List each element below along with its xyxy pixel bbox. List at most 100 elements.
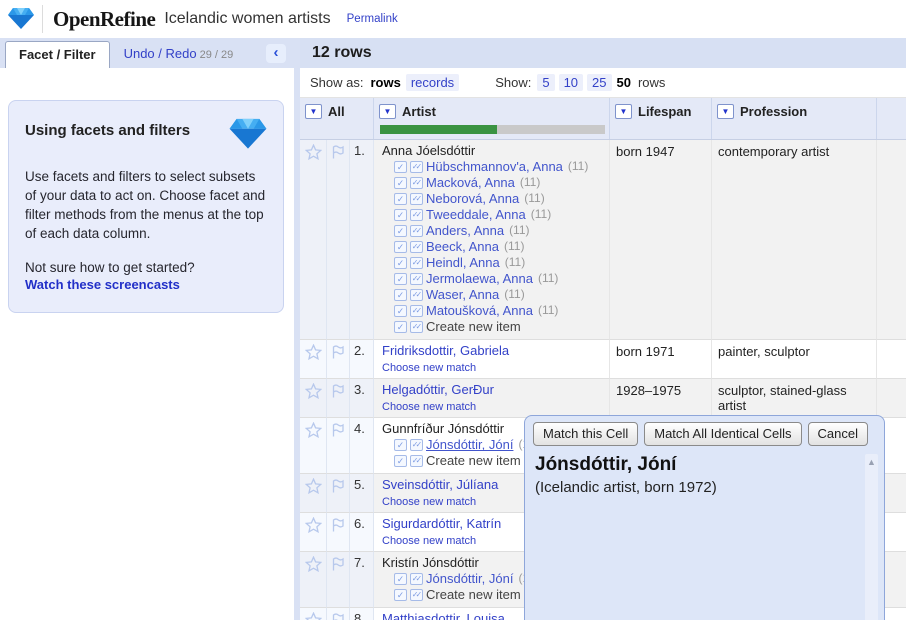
permalink-link[interactable]: Permalink: [347, 13, 398, 25]
page-size-25[interactable]: 25: [587, 74, 611, 91]
match-one-icon[interactable]: ✓: [394, 305, 407, 317]
match-one-icon[interactable]: ✓: [394, 321, 407, 333]
star-icon[interactable]: [305, 144, 322, 339]
page-size-10[interactable]: 10: [559, 74, 583, 91]
match-this-cell-button[interactable]: Match this Cell: [533, 422, 638, 446]
match-one-icon[interactable]: ✓: [394, 177, 407, 189]
match-one-icon[interactable]: ✓: [394, 289, 407, 301]
star-icon[interactable]: [305, 383, 322, 417]
flag-cell[interactable]: [327, 474, 350, 513]
star-icon[interactable]: [305, 556, 322, 607]
star-cell[interactable]: [300, 608, 327, 620]
flag-icon[interactable]: [330, 144, 346, 339]
flag-icon[interactable]: [330, 517, 346, 551]
page-size-50[interactable]: 50: [617, 75, 631, 90]
screencasts-link[interactable]: Watch these screencasts: [25, 277, 180, 292]
choose-new-match-link[interactable]: Choose new match: [382, 535, 476, 547]
flag-cell[interactable]: [327, 140, 350, 340]
flag-icon[interactable]: [330, 612, 346, 620]
flag-cell[interactable]: [327, 340, 350, 379]
match-all-icon[interactable]: ✓✓: [410, 289, 423, 301]
flag-cell[interactable]: [327, 513, 350, 552]
star-cell[interactable]: [300, 513, 327, 552]
lifespan-column-menu-button[interactable]: ▼: [615, 104, 632, 119]
artist-cell-link[interactable]: Helgadóttir, GerÐur: [382, 382, 604, 398]
flag-cell[interactable]: [327, 418, 350, 474]
match-one-icon[interactable]: ✓: [394, 225, 407, 237]
candidate-link[interactable]: Matoušková, Anna: [426, 303, 533, 319]
show-as-records[interactable]: records: [406, 74, 459, 91]
flag-cell[interactable]: [327, 608, 350, 620]
match-one-icon[interactable]: ✓: [394, 257, 407, 269]
candidate-link[interactable]: Waser, Anna: [426, 287, 499, 303]
flag-icon[interactable]: [330, 422, 346, 473]
match-one-icon[interactable]: ✓: [394, 573, 407, 585]
candidate-link[interactable]: Anders, Anna: [426, 223, 504, 239]
candidate-link[interactable]: Jónsdóttir, Jóní: [426, 437, 513, 453]
all-column-menu-button[interactable]: ▼: [305, 104, 322, 119]
match-one-icon[interactable]: ✓: [394, 589, 407, 601]
sidebar-resize-strip[interactable]: [294, 38, 300, 620]
star-cell[interactable]: [300, 379, 327, 418]
create-new-item-label[interactable]: Create new item: [426, 319, 521, 335]
flag-icon[interactable]: [330, 478, 346, 512]
star-icon[interactable]: [305, 344, 322, 378]
choose-new-match-link[interactable]: Choose new match: [382, 496, 476, 508]
flag-icon[interactable]: [330, 383, 346, 417]
show-as-rows[interactable]: rows: [370, 75, 400, 90]
star-icon[interactable]: [305, 612, 322, 620]
match-all-icon[interactable]: ✓✓: [410, 193, 423, 205]
match-all-icon[interactable]: ✓✓: [410, 273, 423, 285]
match-one-icon[interactable]: ✓: [394, 209, 407, 221]
match-one-icon[interactable]: ✓: [394, 241, 407, 253]
star-cell[interactable]: [300, 552, 327, 608]
choose-new-match-link[interactable]: Choose new match: [382, 362, 476, 374]
candidate-link[interactable]: Macková, Anna: [426, 175, 515, 191]
match-all-identical-cells-button[interactable]: Match All Identical Cells: [644, 422, 801, 446]
cancel-button[interactable]: Cancel: [808, 422, 868, 446]
match-all-icon[interactable]: ✓✓: [410, 161, 423, 173]
match-all-icon[interactable]: ✓✓: [410, 321, 423, 333]
artist-column-menu-button[interactable]: ▼: [379, 104, 396, 119]
candidate-link[interactable]: Jónsdóttir, Jóní: [426, 571, 513, 587]
match-all-icon[interactable]: ✓✓: [410, 209, 423, 221]
flag-cell[interactable]: [327, 552, 350, 608]
flag-cell[interactable]: [327, 379, 350, 418]
star-cell[interactable]: [300, 340, 327, 379]
match-one-icon[interactable]: ✓: [394, 273, 407, 285]
collapse-sidebar-button[interactable]: ‹: [266, 44, 286, 63]
match-all-icon[interactable]: ✓✓: [410, 439, 423, 451]
match-all-icon[interactable]: ✓✓: [410, 241, 423, 253]
candidate-link[interactable]: Hübschmannov'a, Anna: [426, 159, 563, 175]
flag-icon[interactable]: [330, 556, 346, 607]
page-size-5[interactable]: 5: [537, 74, 554, 91]
candidate-link[interactable]: Tweeddale, Anna: [426, 207, 526, 223]
match-all-icon[interactable]: ✓✓: [410, 455, 423, 467]
star-icon[interactable]: [305, 422, 322, 473]
star-cell[interactable]: [300, 418, 327, 474]
artist-cell-link[interactable]: Fridriksdottir, Gabriela: [382, 343, 604, 359]
star-icon[interactable]: [305, 517, 322, 551]
create-new-item-label[interactable]: Create new item: [426, 587, 521, 603]
tab-undo-redo[interactable]: Undo / Redo29 / 29: [110, 40, 238, 68]
profession-column-menu-button[interactable]: ▼: [717, 104, 734, 119]
tab-facet-filter[interactable]: Facet / Filter: [5, 41, 110, 68]
match-all-icon[interactable]: ✓✓: [410, 177, 423, 189]
candidate-link[interactable]: Heindl, Anna: [426, 255, 500, 271]
candidate-link[interactable]: Beeck, Anna: [426, 239, 499, 255]
match-one-icon[interactable]: ✓: [394, 161, 407, 173]
create-new-item-label[interactable]: Create new item: [426, 453, 521, 469]
candidate-link[interactable]: Jermolaewa, Anna: [426, 271, 533, 287]
match-all-icon[interactable]: ✓✓: [410, 257, 423, 269]
star-icon[interactable]: [305, 478, 322, 512]
match-one-icon[interactable]: ✓: [394, 193, 407, 205]
match-all-icon[interactable]: ✓✓: [410, 573, 423, 585]
choose-new-match-link[interactable]: Choose new match: [382, 401, 476, 413]
flag-icon[interactable]: [330, 344, 346, 378]
match-all-icon[interactable]: ✓✓: [410, 305, 423, 317]
match-one-icon[interactable]: ✓: [394, 455, 407, 467]
star-cell[interactable]: [300, 140, 327, 340]
candidate-link[interactable]: Neborová, Anna: [426, 191, 519, 207]
star-cell[interactable]: [300, 474, 327, 513]
match-all-icon[interactable]: ✓✓: [410, 589, 423, 601]
